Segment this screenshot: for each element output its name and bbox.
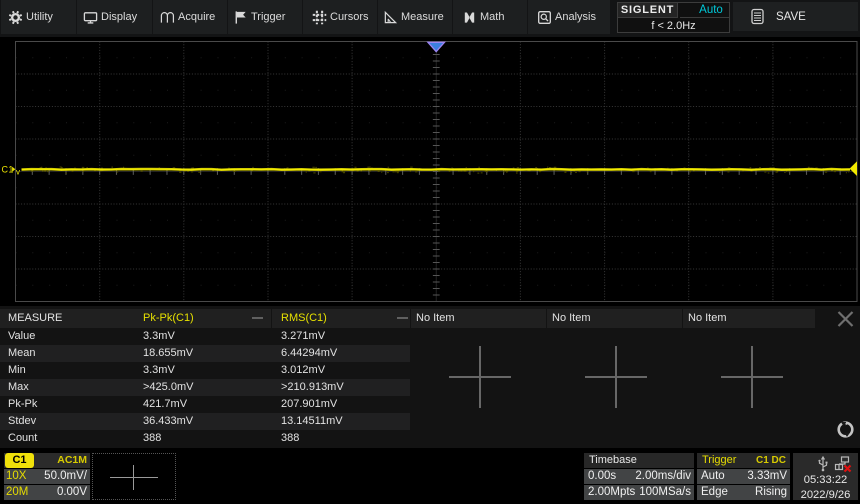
svg-text:v: v xyxy=(16,168,20,177)
svg-text:C1: C1 xyxy=(2,164,14,174)
